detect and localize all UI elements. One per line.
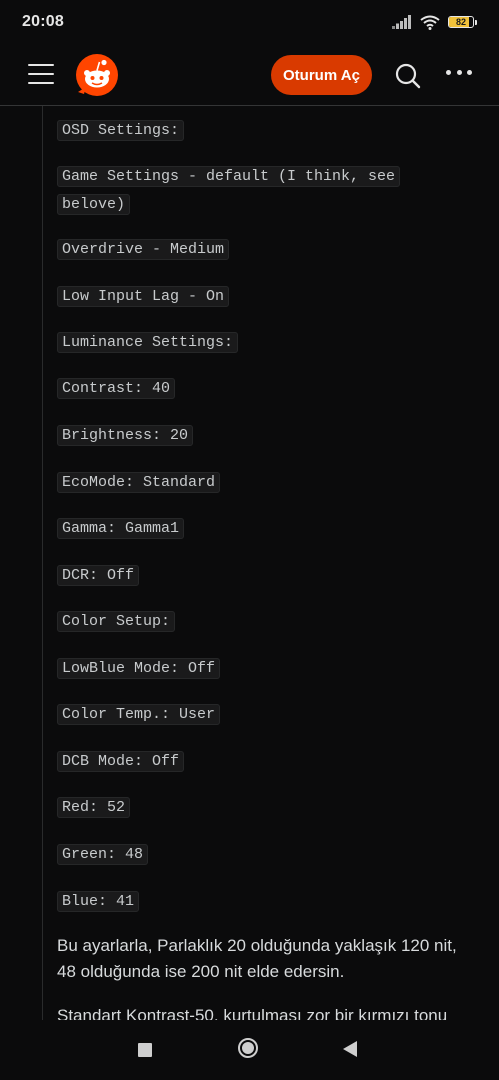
status-bar: 20:08 82 xyxy=(0,0,499,44)
comment-paragraph: Standart Kontrast-50, kurtulması zor bir… xyxy=(57,1006,448,1020)
code-line-osd-settings: OSD Settings: xyxy=(57,116,457,144)
comment-paragraph: Bu ayarlarla, Parlaklık 20 olduğunda yak… xyxy=(57,936,457,981)
reddit-logo-icon[interactable] xyxy=(76,54,118,96)
code-line-brightness: Brightness: 20 xyxy=(57,421,457,449)
recent-apps-icon[interactable] xyxy=(138,1043,152,1057)
search-icon[interactable] xyxy=(394,62,422,90)
login-button[interactable]: Oturum Aç xyxy=(271,55,372,95)
code-line-red: Red: 52 xyxy=(57,793,457,821)
code-line-blue: Blue: 41 xyxy=(57,887,457,915)
code-line-luminance-settings: Luminance Settings: xyxy=(57,328,457,356)
top-header: Oturum Aç xyxy=(0,44,499,106)
code-line-game-settings: Game Settings - default (I think, see be… xyxy=(57,162,457,218)
code-line-lowblue-mode: LowBlue Mode: Off xyxy=(57,654,457,682)
status-time: 20:08 xyxy=(22,13,64,30)
code-line-color-temp: Color Temp.: User xyxy=(57,700,457,728)
wifi-icon xyxy=(420,15,440,30)
code-line-contrast: Contrast: 40 xyxy=(57,374,457,402)
hamburger-menu-icon[interactable] xyxy=(28,64,54,86)
code-line-overdrive: Overdrive - Medium xyxy=(57,235,457,263)
more-dots-icon[interactable] xyxy=(446,70,472,80)
comment-body: OSD Settings: Game Settings - default (I… xyxy=(42,106,499,1020)
code-line-low-input-lag: Low Input Lag - On xyxy=(57,282,457,310)
code-line-color-setup: Color Setup: xyxy=(57,607,457,635)
status-icons: 82 xyxy=(392,15,477,30)
code-line-gamma: Gamma: Gamma1 xyxy=(57,514,457,542)
battery-icon: 82 xyxy=(448,16,477,28)
system-nav-bar xyxy=(0,1020,499,1080)
code-line-dcr: DCR: Off xyxy=(57,561,457,589)
battery-level: 82 xyxy=(455,17,466,27)
code-line-dcb-mode: DCB Mode: Off xyxy=(57,747,457,775)
code-line-ecomode: EcoMode: Standard xyxy=(57,468,457,496)
home-icon[interactable] xyxy=(238,1038,258,1058)
code-line-green: Green: 48 xyxy=(57,840,457,868)
signal-icon xyxy=(392,15,411,29)
back-icon[interactable] xyxy=(343,1041,357,1057)
